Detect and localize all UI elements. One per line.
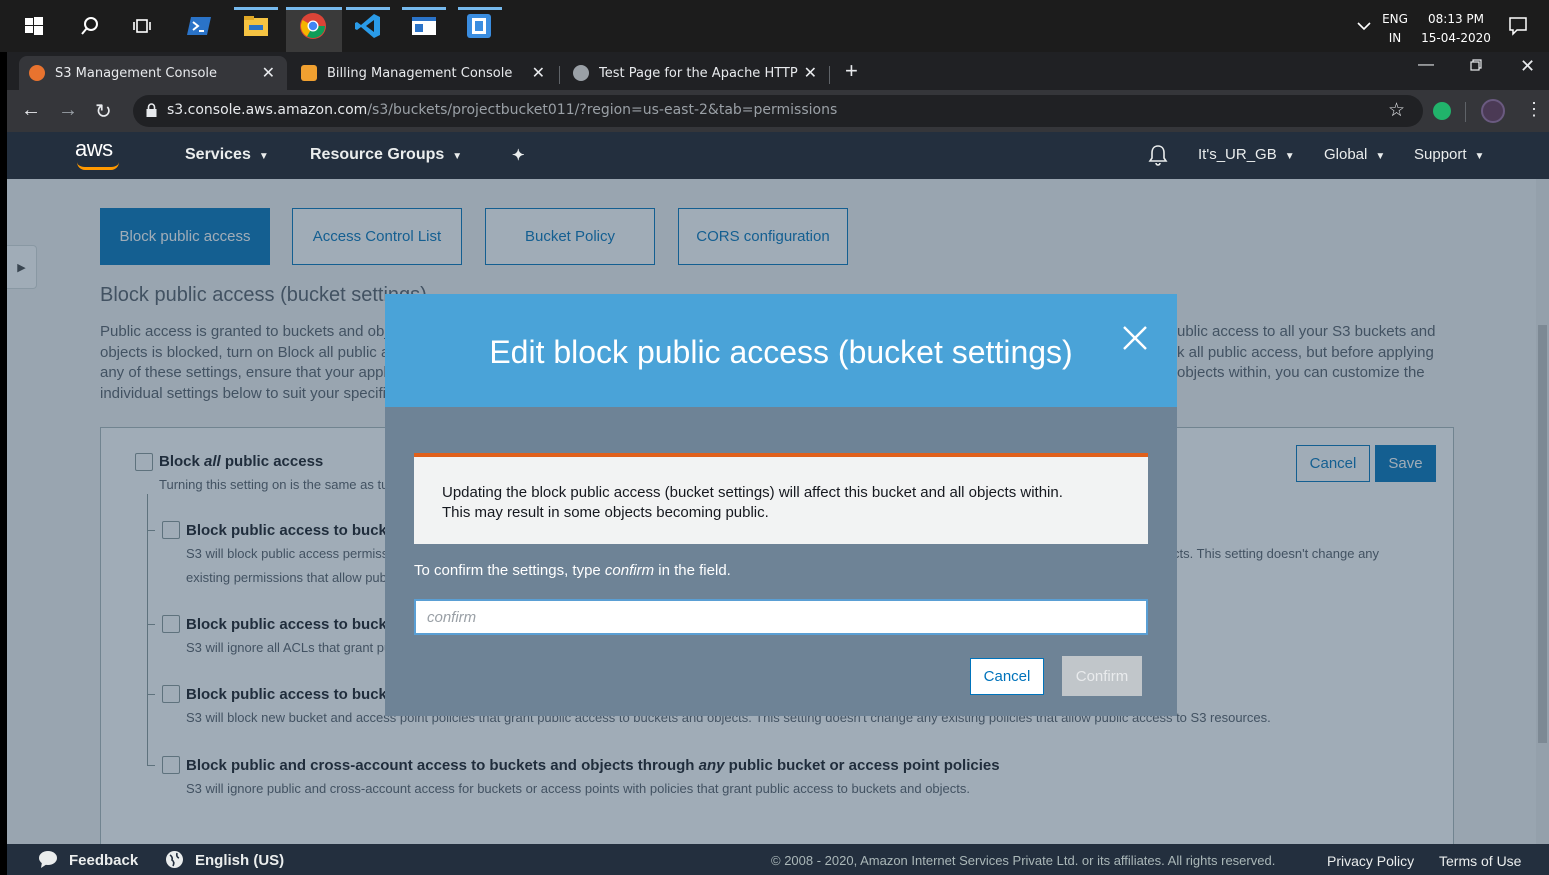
toolbar-separator xyxy=(1465,102,1466,122)
tab-title: S3 Management Console xyxy=(55,65,218,81)
tray-language[interactable]: ENG IN xyxy=(1380,10,1410,48)
tab-title: Test Page for the Apache HTTP S xyxy=(599,65,799,81)
aws-logo[interactable]: aws xyxy=(75,136,113,162)
new-tab-plus-icon[interactable]: + xyxy=(845,58,858,84)
back-arrow-icon[interactable]: ← xyxy=(21,99,41,122)
tab-separator xyxy=(829,66,830,84)
url-text: s3.console.aws.amazon.com/s3/buckets/pro… xyxy=(167,102,837,118)
support-menu[interactable]: Support ▼ xyxy=(1414,146,1484,163)
chrome-icon[interactable] xyxy=(297,10,329,42)
chevron-down-icon: ▼ xyxy=(1474,151,1485,162)
url-host: s3.console.aws.amazon.com xyxy=(167,102,368,118)
tab-close-icon[interactable]: ✕ xyxy=(262,63,275,82)
confirm-label-em: confirm xyxy=(604,562,655,579)
modal-cancel-button[interactable]: Cancel xyxy=(970,658,1044,695)
browser-toolbar: ← → ↻ s3.console.aws.amazon.com/s3/bucke… xyxy=(7,90,1549,132)
grammarly-extension-icon[interactable] xyxy=(1433,102,1451,120)
restore-icon[interactable] xyxy=(1470,58,1482,76)
browser-tab-strip: S3 Management Console ✕ Billing Manageme… xyxy=(7,52,1549,90)
region-menu[interactable]: Global ▼ xyxy=(1324,146,1385,163)
pin-icon[interactable]: ✦ xyxy=(512,146,525,164)
bell-icon[interactable] xyxy=(1148,144,1168,171)
notepad-icon[interactable] xyxy=(463,10,495,42)
tray-lang-line2: IN xyxy=(1388,31,1402,45)
tab-title: Billing Management Console xyxy=(327,65,513,81)
tray-clock[interactable]: 08:13 PM 15-04-2020 xyxy=(1420,10,1492,48)
globe-icon[interactable] xyxy=(165,850,184,873)
confirm-label-pre: To confirm the settings, type xyxy=(414,562,605,579)
chevron-down-icon: ▼ xyxy=(1284,151,1295,162)
warning-alert-text: Updating the block public access (bucket… xyxy=(442,484,1063,521)
aws-navbar: aws Services ▼ Resource Groups ▼ ✦ It's_UR… xyxy=(7,132,1549,179)
confirm-instruction: To confirm the settings, type confirm in… xyxy=(414,562,731,579)
tray-time: 08:13 PM xyxy=(1428,12,1484,26)
privacy-policy-link[interactable]: Privacy Policy xyxy=(1327,853,1414,869)
services-menu[interactable]: Services ▼ xyxy=(185,146,269,164)
chevron-down-icon: ▼ xyxy=(258,151,269,162)
chevron-down-icon: ▼ xyxy=(1375,151,1386,162)
explorer-indicator xyxy=(234,7,278,10)
reload-icon[interactable]: ↻ xyxy=(95,99,112,124)
bookmark-star-icon[interactable]: ☆ xyxy=(1388,99,1405,122)
tray-chevron-up-icon[interactable] xyxy=(1348,10,1380,42)
url-path: /s3/buckets/projectbucket011/?region=us-… xyxy=(367,102,838,118)
address-bar[interactable]: s3.console.aws.amazon.com/s3/buckets/pro… xyxy=(133,95,1423,127)
warning-alert: Updating the block public access (bucket… xyxy=(414,453,1148,544)
account-menu[interactable]: It's_UR_GB ▼ xyxy=(1198,146,1295,163)
region-label: Global xyxy=(1324,146,1368,163)
tab-close-icon[interactable]: ✕ xyxy=(532,63,545,82)
globe-favicon-icon xyxy=(573,65,589,81)
terms-of-use-link[interactable]: Terms of Use xyxy=(1439,853,1521,869)
close-window-icon[interactable]: ✕ xyxy=(1520,56,1535,77)
vscode-icon[interactable] xyxy=(352,10,384,42)
tab-apache-test-page[interactable]: Test Page for the Apache HTTP S ✕ xyxy=(563,56,829,90)
feedback-icon[interactable] xyxy=(38,850,58,872)
tab-s3-console[interactable]: S3 Management Console ✕ xyxy=(19,56,287,90)
chevron-down-icon: ▼ xyxy=(452,151,463,162)
notifications-icon[interactable] xyxy=(1502,10,1534,42)
services-label: Services xyxy=(185,146,251,163)
tab-billing-console[interactable]: Billing Management Console ✕ xyxy=(291,56,557,90)
support-label: Support xyxy=(1414,146,1467,163)
copyright-text: © 2008 - 2020, Amazon Internet Services … xyxy=(771,853,1276,868)
modal-confirm-button[interactable]: Confirm xyxy=(1062,656,1142,696)
tab-separator xyxy=(559,66,560,84)
screen: ENG IN 08:13 PM 15-04-2020 S3 Management… xyxy=(0,0,1549,875)
file-explorer-icon[interactable] xyxy=(240,10,272,42)
forward-arrow-icon[interactable]: → xyxy=(58,99,78,122)
task-view-icon[interactable] xyxy=(127,10,159,42)
resource-groups-menu[interactable]: Resource Groups ▼ xyxy=(310,146,462,164)
aws-footer: Feedback English (US) © 2008 - 2020, Ama… xyxy=(7,844,1549,875)
app-icon[interactable] xyxy=(408,10,440,42)
feedback-link[interactable]: Feedback xyxy=(69,852,138,869)
minimize-icon[interactable]: — xyxy=(1418,56,1434,74)
search-icon[interactable] xyxy=(74,10,106,42)
lock-icon xyxy=(146,103,157,122)
tab-close-icon[interactable]: ✕ xyxy=(804,63,817,82)
windows-taskbar: ENG IN 08:13 PM 15-04-2020 xyxy=(0,0,1549,52)
windows-start-icon[interactable] xyxy=(18,10,50,42)
confirm-label-post: in the field. xyxy=(654,562,731,579)
modal-header: Edit block public access (bucket setting… xyxy=(385,294,1177,407)
aws-logo-smile xyxy=(77,162,119,170)
billing-favicon-icon xyxy=(301,65,317,81)
close-icon[interactable] xyxy=(1123,322,1147,356)
account-label: It's_UR_GB xyxy=(1198,146,1277,163)
profile-avatar[interactable] xyxy=(1481,99,1505,123)
edit-block-public-access-modal: Edit block public access (bucket setting… xyxy=(385,294,1177,716)
modal-title: Edit block public access (bucket setting… xyxy=(489,334,1073,370)
tray-date: 15-04-2020 xyxy=(1421,31,1491,45)
powershell-icon[interactable] xyxy=(184,10,216,42)
language-selector[interactable]: English (US) xyxy=(195,852,284,869)
s3-favicon-icon xyxy=(29,65,45,81)
tray-lang-line1: ENG xyxy=(1382,12,1408,26)
chrome-menu-icon[interactable]: ⋮ xyxy=(1525,99,1543,120)
confirm-input[interactable] xyxy=(414,599,1148,635)
resource-groups-label: Resource Groups xyxy=(310,146,445,163)
